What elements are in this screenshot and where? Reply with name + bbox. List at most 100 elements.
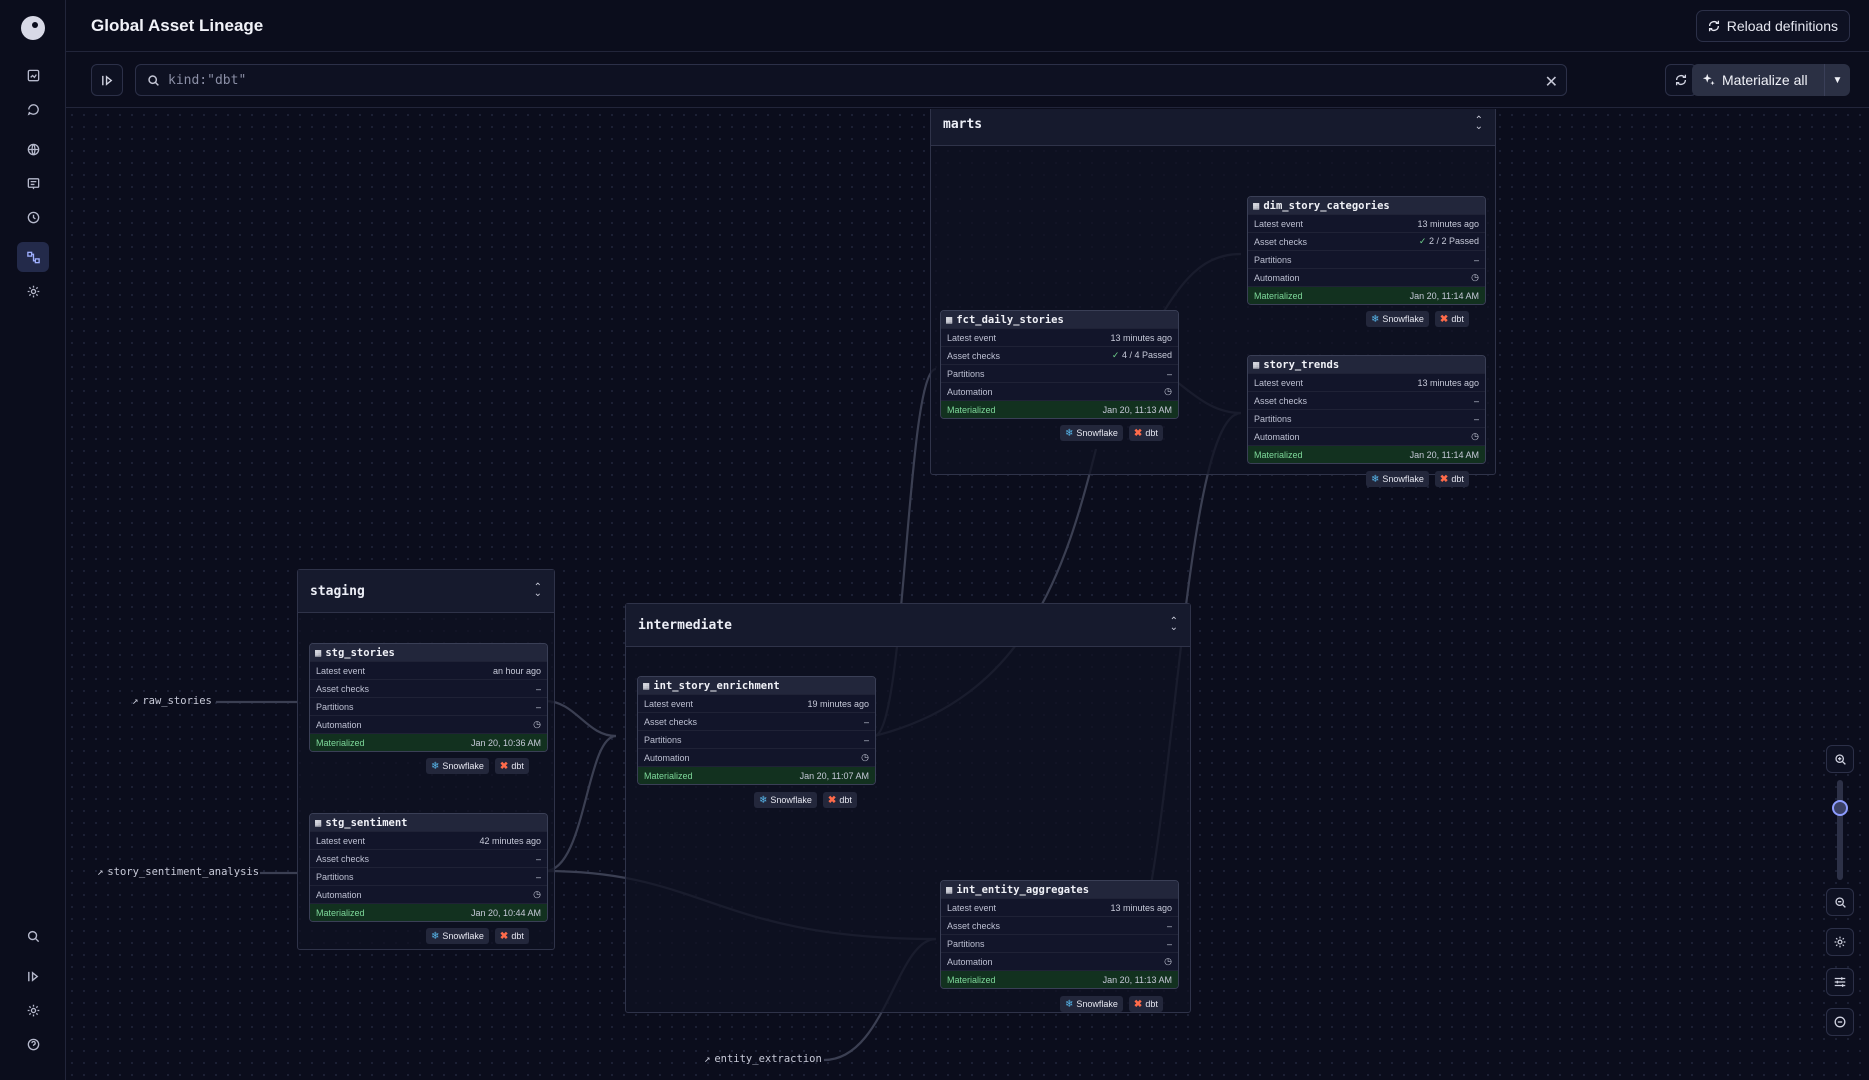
dbt-tag[interactable]: ✖ dbt: [494, 758, 529, 774]
asset-node-int-entity-aggregates[interactable]: ▦ int_entity_aggregates Latest event 13 mi…: [940, 880, 1179, 989]
materialized-value: Jan 20, 11:13 AM: [1102, 974, 1172, 985]
materialized-value: Jan 20, 10:44 AM: [470, 907, 541, 918]
row-label: Partitions: [947, 938, 985, 949]
dagster-logo-icon[interactable]: [21, 16, 45, 40]
collapse-group-icon[interactable]: ⌃ ⌄: [534, 583, 542, 599]
schedules-icon[interactable]: [17, 202, 49, 232]
dbt-tag[interactable]: ✖ dbt: [822, 792, 857, 808]
row-label: Materialized: [947, 404, 996, 415]
asset-node-stg-stories[interactable]: ▦ stg_stories Latest event an hour ago Ass…: [309, 643, 548, 752]
zoom-out-icon[interactable]: [1826, 888, 1854, 916]
zoom-slider-handle[interactable]: [1832, 800, 1848, 816]
snowflake-tag[interactable]: ❄ Snowflake: [1366, 471, 1429, 487]
latest-event-value: an hour ago: [492, 665, 541, 676]
dbt-tag[interactable]: ✖ dbt: [494, 928, 529, 944]
row-label: Latest event: [644, 698, 694, 709]
external-asset-raw-stories[interactable]: ↗ raw_stories: [132, 695, 212, 707]
asset-node-dim-story-categories[interactable]: ▦ dim_story_categories Latest event 13 min…: [1247, 196, 1486, 305]
lineage-graph-canvas[interactable]: marts ⌃ ⌄ staging ⌃ ⌄ intermediate ⌃ ⌄ ▦ dim…: [66, 109, 1869, 1080]
collapse-group-icon[interactable]: ⌃ ⌄: [1170, 617, 1178, 633]
partitions-row: Partitions –: [941, 364, 1178, 382]
page-title: Global Asset Lineage: [91, 16, 264, 35]
tag-label: Snowflake: [442, 931, 484, 941]
row-label: Latest event: [316, 835, 366, 846]
latest-event-value: 42 minutes ago: [479, 835, 541, 846]
dbt-tag[interactable]: ✖ dbt: [1434, 471, 1469, 487]
graph-settings-icon[interactable]: [1826, 928, 1854, 956]
row-label: Partitions: [947, 368, 985, 379]
asset-node-title: ▦ story_trends: [1248, 356, 1485, 373]
collapse-sidebar-icon[interactable]: [17, 961, 49, 991]
table-icon: ▦: [1253, 358, 1260, 371]
jobs-icon[interactable]: [17, 168, 49, 198]
group-header: intermediate ⌃ ⌄: [626, 604, 1190, 647]
dbt-icon: ✖: [1439, 313, 1449, 325]
snowflake-tag[interactable]: ❄ Snowflake: [1060, 425, 1123, 441]
user-settings-icon[interactable]: [17, 995, 49, 1025]
dbt-tag[interactable]: ✖ dbt: [1128, 996, 1163, 1012]
asset-search-input[interactable]: [168, 72, 1508, 88]
snowflake-tag[interactable]: ❄ Snowflake: [1060, 996, 1123, 1012]
reload-definitions-button[interactable]: Reload definitions: [1695, 10, 1850, 42]
asset-checks-row: Asset checks –: [638, 712, 875, 730]
asset-checks-row: Asset checks ✓ 2 / 2 Passed: [1248, 232, 1485, 250]
runs-icon[interactable]: [17, 94, 49, 124]
asset-node-story-trends[interactable]: ▦ story_trends Latest event 13 minutes ago…: [1247, 355, 1486, 464]
materialize-all-button[interactable]: Materialize all: [1692, 64, 1824, 96]
partitions-value: –: [1473, 254, 1479, 265]
dbt-tag[interactable]: ✖ dbt: [1128, 425, 1163, 441]
zoom-slider[interactable]: [1826, 773, 1854, 888]
asset-name: dim_story_categories: [1263, 199, 1390, 212]
external-asset-name: entity_extraction: [714, 1053, 822, 1065]
snowflake-tag[interactable]: ❄ Snowflake: [426, 758, 489, 774]
asset-search-field[interactable]: ✕: [135, 64, 1567, 96]
tag-label: dbt: [1145, 999, 1158, 1009]
collapse-group-icon[interactable]: ⌃ ⌄: [1475, 116, 1483, 132]
asset-node-title: ▦ int_entity_aggregates: [941, 881, 1178, 898]
asset-node-stg-sentiment[interactable]: ▦ stg_sentiment Latest event 42 minutes ag…: [309, 813, 548, 922]
row-label: Asset checks: [644, 716, 698, 727]
help-icon[interactable]: [17, 1029, 49, 1059]
partitions-row: Partitions –: [1248, 409, 1485, 427]
deployment-icon[interactable]: [17, 134, 49, 164]
group-title: intermediate: [638, 617, 732, 633]
asset-checks-value: –: [1166, 920, 1172, 931]
row-label: Materialized: [644, 770, 693, 781]
external-asset-name: raw_stories: [142, 695, 212, 707]
latest-event-value: 13 minutes ago: [1417, 218, 1479, 229]
snowflake-tag[interactable]: ❄ Snowflake: [426, 928, 489, 944]
asset-name: fct_daily_stories: [956, 313, 1064, 326]
automation-row: Automation ◷: [941, 382, 1178, 400]
zoom-in-icon[interactable]: [1826, 745, 1854, 773]
asset-node-fct-daily-stories[interactable]: ▦ fct_daily_stories Latest event 13 minute…: [940, 310, 1179, 419]
dbt-icon: ✖: [1133, 427, 1143, 439]
external-asset-name: story_sentiment_analysis: [107, 866, 260, 878]
clear-search-icon[interactable]: ✕: [1545, 72, 1558, 92]
materialized-row: Materialized Jan 20, 10:44 AM: [310, 903, 547, 921]
layout-options-icon[interactable]: [1826, 968, 1854, 996]
search-icon[interactable]: [17, 921, 49, 951]
partitions-value: –: [1166, 938, 1172, 949]
materialize-all-split-button: Materialize all ▼: [1692, 64, 1850, 96]
tag-label: dbt: [839, 795, 852, 805]
zoom-controls: [1826, 745, 1854, 1036]
asset-checks-row: Asset checks –: [1248, 391, 1485, 409]
asset-lineage-icon[interactable]: [17, 242, 49, 272]
toggle-sidebar-panel-button[interactable]: [91, 64, 123, 96]
recenter-icon[interactable]: [1826, 1008, 1854, 1036]
snowflake-tag[interactable]: ❄ Snowflake: [1366, 311, 1429, 327]
row-label: Materialized: [1254, 290, 1303, 301]
materialize-dropdown-icon[interactable]: ▼: [1824, 64, 1850, 96]
external-asset-story-sentiment-analysis[interactable]: ↗ story_sentiment_analysis: [97, 866, 259, 878]
asset-node-title: ▦ stg_stories: [310, 644, 547, 661]
snowflake-tag[interactable]: ❄ Snowflake: [754, 792, 817, 808]
dbt-tag[interactable]: ✖ dbt: [1434, 311, 1469, 327]
external-asset-entity-extraction[interactable]: ↗ entity_extraction: [704, 1053, 822, 1065]
graph-toolbar: ✕ Materialize all ▼: [66, 52, 1869, 108]
automation-row: Automation ◷: [310, 715, 547, 733]
asset-node-int-story-enrichment[interactable]: ▦ int_story_enrichment Latest event 19 min…: [637, 676, 876, 785]
overview-icon[interactable]: [17, 60, 49, 90]
tag-label: dbt: [511, 761, 524, 771]
asset-name: int_entity_aggregates: [956, 883, 1090, 896]
settings-icon[interactable]: [17, 276, 49, 306]
